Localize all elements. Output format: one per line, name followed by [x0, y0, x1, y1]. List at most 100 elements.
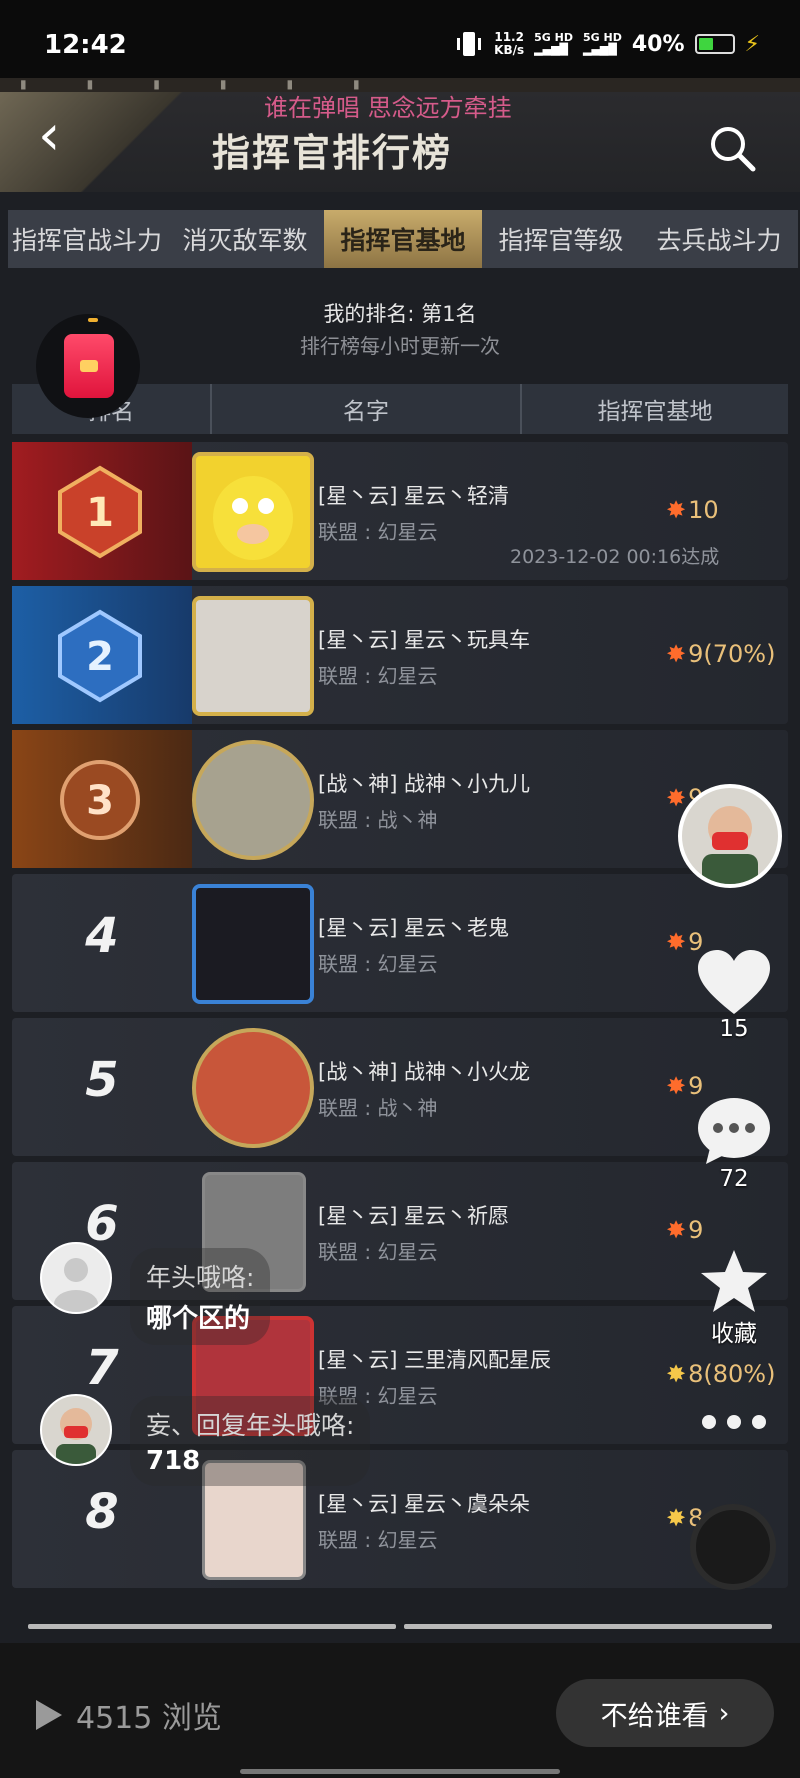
- home-indicator: [240, 1769, 560, 1774]
- player-alliance: 联盟 : 幻星云: [318, 1240, 438, 1264]
- back-plate: [0, 92, 200, 192]
- achieved-date: 2023-12-02 00:16达成: [510, 546, 720, 568]
- svg-text:2: 2: [86, 634, 114, 680]
- comment-text: 哪个区的: [146, 1304, 251, 1334]
- table-row[interactable]: 5 [战丶神] 战神丶小火龙 联盟 : 战丶神 ✸9: [12, 1018, 788, 1156]
- comment-user: 妄、回复年头哦咯:: [146, 1411, 355, 1440]
- avatar[interactable]: [192, 740, 314, 860]
- my-rank: 我的排名: 第1名: [323, 302, 477, 326]
- red-packet-button[interactable]: [36, 314, 140, 418]
- status-indicators: 11.2 KB/s 5G HD ▂▄▆█ 5G HD ▂▄▆█ 40% ⚡: [454, 30, 760, 58]
- tab-kills[interactable]: 消灭敌军数: [166, 210, 324, 268]
- rank-number: 7: [85, 1340, 119, 1396]
- signal-1: 5G HD ▂▄▆█: [534, 31, 574, 56]
- player-name: [星丶云] 星云丶虞朵朵: [318, 1492, 531, 1516]
- base-star-icon: ✸: [666, 496, 687, 524]
- favorite-label: 收藏: [711, 1321, 757, 1347]
- tab-troop-power[interactable]: 去兵战斗力: [640, 210, 798, 268]
- player-name: [星丶云] 星云丶老鬼: [318, 916, 510, 940]
- back-button[interactable]: ‹: [38, 108, 60, 164]
- table-row[interactable]: 7 [星丶云] 三里清风配星辰 联盟 : 幻星云 ✸8(80%): [12, 1306, 788, 1444]
- base-star-icon: ✸: [666, 1216, 687, 1244]
- player-name: [星丶云] 星云丶祈愿: [318, 1204, 510, 1228]
- like-count: 15: [719, 1016, 749, 1042]
- player-name: [星丶云] 星云丶玩具车: [318, 628, 531, 652]
- base-star-icon: ✸: [666, 928, 687, 956]
- comment-text: 718: [146, 1446, 201, 1476]
- player-alliance: 联盟 : 幻星云: [318, 952, 438, 976]
- ranking-list: 1 [星丶云] 星云丶轻清 联盟 : 幻星云 ✸10 2023-12-02 00…: [12, 442, 788, 1594]
- rank-number: 5: [85, 1052, 119, 1108]
- table-row[interactable]: 4 [星丶云] 星云丶老鬼 联盟 : 幻星云 ✸9: [12, 874, 788, 1012]
- visibility-button[interactable]: 不给谁看 ›: [556, 1679, 774, 1747]
- chevron-right-icon: ›: [718, 1697, 730, 1729]
- table-row[interactable]: 3 [战丶神] 战神丶小九儿 联盟 : 战丶神 ✸9: [12, 730, 788, 868]
- avatar[interactable]: [192, 596, 314, 716]
- rank-1-medal-icon: 1: [58, 465, 142, 559]
- player-name: [战丶神] 战神丶小火龙: [318, 1060, 531, 1084]
- player-name: [星丶云] 三里清风配星辰: [318, 1348, 552, 1372]
- comment-avatar[interactable]: [40, 1394, 112, 1466]
- status-time: 12:42: [44, 30, 127, 60]
- author-avatar[interactable]: [678, 784, 782, 888]
- rank-3-medal-icon: 3: [60, 760, 140, 840]
- base-level: ✸9(70%): [666, 640, 776, 668]
- table-row[interactable]: 6 [星丶云] 星云丶祈愿 联盟 : 幻星云 ✸9: [12, 1162, 788, 1300]
- comment-bubble: 年头哦咯: 哪个区的: [130, 1248, 271, 1345]
- rank-number: 8: [85, 1484, 119, 1540]
- comment-bubble: 妄、回复年头哦咯: 718: [130, 1396, 371, 1486]
- video-progress-bar[interactable]: [28, 1624, 772, 1629]
- more-icon: [702, 1415, 766, 1429]
- search-icon[interactable]: [708, 124, 758, 174]
- player-name: [战丶神] 战神丶小九儿: [318, 772, 531, 796]
- base-star-icon: ✸: [666, 1504, 687, 1532]
- col-name: 名字: [212, 384, 522, 434]
- avatar[interactable]: [192, 1028, 314, 1148]
- tab-commander-level[interactable]: 指挥官等级: [482, 210, 640, 268]
- base-level: ✸10: [666, 496, 719, 524]
- danmu-text: 谁在弹唱 思念远方牵挂: [264, 94, 512, 122]
- table-row[interactable]: 1 [星丶云] 星云丶轻清 联盟 : 幻星云 ✸10 2023-12-02 00…: [12, 442, 788, 580]
- comment-user: 年头哦咯:: [146, 1263, 255, 1292]
- charging-icon: ⚡: [744, 31, 760, 57]
- view-count: 4515 浏览: [34, 1693, 222, 1737]
- bottom-bar: 4515 浏览 不给谁看 ›: [0, 1643, 800, 1778]
- battery-percent: 40%: [631, 31, 685, 57]
- heart-icon: [698, 950, 770, 1014]
- more-button[interactable]: [690, 1412, 778, 1432]
- rank-2-medal-icon: 2: [58, 609, 142, 703]
- status-bar: 12:42 11.2 KB/s 5G HD ▂▄▆█ 5G HD ▂▄▆█ 40% …: [0, 0, 800, 78]
- player-alliance: 联盟 : 幻星云: [318, 1528, 438, 1552]
- comment-button[interactable]: 72: [690, 1096, 778, 1192]
- favorite-button[interactable]: 收藏: [690, 1248, 778, 1348]
- table-row[interactable]: 2 [星丶云] 星云丶玩具车 联盟 : 幻星云 ✸9(70%): [12, 586, 788, 724]
- base-star-icon: ✸: [666, 1360, 687, 1388]
- battery-icon: [694, 34, 735, 54]
- tab-combat-power[interactable]: 指挥官战斗力: [8, 210, 166, 268]
- avatar[interactable]: [192, 884, 314, 1004]
- star-icon: [701, 1250, 767, 1312]
- avatar[interactable]: [192, 452, 314, 572]
- player-alliance: 联盟 : 战丶神: [318, 808, 438, 832]
- base-level: ✸8(80%): [666, 1360, 776, 1388]
- player-name: [星丶云] 星云丶轻清: [318, 484, 510, 508]
- play-icon: [36, 1700, 62, 1730]
- game-screen: ▮ ▮ ▮ ▮ ▮ ▮ ‹ 指挥官排行榜 谁在弹唱 思念远方牵挂 指挥官战斗力 消灭敌军数…: [0, 78, 800, 1643]
- tab-commander-base[interactable]: 指挥官基地: [324, 210, 482, 268]
- like-button[interactable]: 15: [690, 948, 778, 1042]
- ranking-tabs: 指挥官战斗力 消灭敌军数 指挥官基地 指挥官等级 去兵战斗力: [8, 210, 798, 268]
- base-star-icon: ✸: [666, 784, 687, 812]
- signal-2: 5G HD ▂▄▆█: [583, 31, 622, 56]
- music-disc[interactable]: [690, 1504, 776, 1590]
- col-base: 指挥官基地: [597, 399, 713, 425]
- comment-avatar[interactable]: [40, 1242, 112, 1314]
- vibrate-icon: [457, 32, 482, 56]
- table-row[interactable]: 8 [星丶云] 星云丶虞朵朵 联盟 : 幻星云 ✸8: [12, 1450, 788, 1588]
- svg-text:3: 3: [86, 778, 114, 824]
- timer-mark: [88, 318, 98, 322]
- base-star-icon: ✸: [666, 1072, 687, 1100]
- svg-text:1: 1: [86, 490, 114, 536]
- base-star-icon: ✸: [666, 640, 687, 668]
- player-alliance: 联盟 : 战丶神: [318, 1096, 438, 1120]
- player-alliance: 联盟 : 幻星云: [318, 520, 438, 544]
